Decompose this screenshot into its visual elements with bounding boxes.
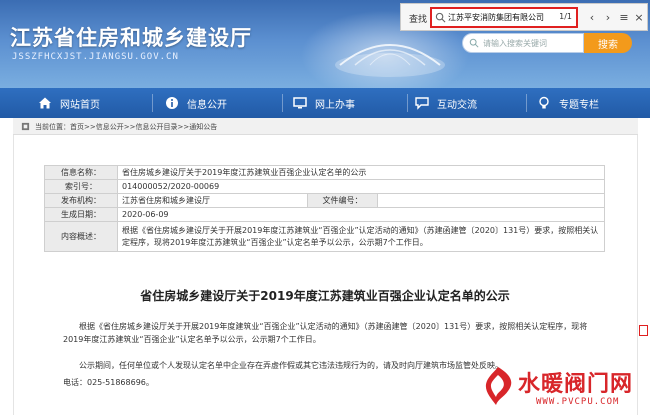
home-icon [39, 97, 51, 109]
info-date-key: 生成日期： [44, 207, 118, 222]
info-docno-value [377, 193, 605, 208]
chevron-right-icon: › [605, 10, 611, 24]
nav-item-home[interactable]: 网站首页 [38, 88, 100, 118]
nav-item-info-disclosure[interactable]: 信息公开 [165, 88, 227, 118]
find-input[interactable]: 江苏平安消防集团有限公司 1/1 [430, 7, 578, 28]
breadcrumb-text[interactable]: 当前位置：首页>>信息公开>>信息公开目录>>通知公告 [35, 122, 217, 132]
watermark-logo-icon [485, 367, 512, 405]
document-title: 省住房城乡建设厅关于2019年度江苏建筑业百强企业认定名单的公示 [140, 289, 510, 303]
info-org-key: 发布机构： [44, 193, 118, 208]
find-options-button[interactable]: ≡ [617, 10, 631, 24]
search-button[interactable]: 搜索 [584, 33, 632, 53]
chat-icon [415, 97, 429, 110]
nav-label: 专题专栏 [559, 99, 599, 111]
bulb-icon [539, 96, 549, 109]
main-nav: 网站首页 信息公开 网上办事 互动交流 专题专栏 [0, 88, 650, 118]
nav-divider [407, 94, 408, 112]
find-match-count: 1/1 [559, 12, 572, 21]
info-summary-key: 内容概述： [44, 221, 118, 252]
find-label: 查找 [409, 15, 428, 25]
info-org-value: 江苏省住房和城乡建设厅 [117, 193, 308, 208]
site-domain: JSSZFHCXJST.JIANGSU.GOV.CN [12, 52, 179, 62]
close-icon: × [634, 10, 644, 24]
table-row: 索引号： 014000052/2020-00069 [44, 179, 605, 194]
nav-label: 网上办事 [315, 99, 355, 111]
find-query: 江苏平安消防集团有限公司 [448, 13, 544, 22]
table-row: 内容概述： 根据《省住房城乡建设厅关于开展2019年度江苏建筑业“百强企业”认定… [44, 221, 605, 252]
nav-divider [526, 94, 527, 112]
location-icon [21, 122, 30, 131]
nav-item-online-services[interactable]: 网上办事 [293, 88, 355, 118]
nav-label: 信息公开 [187, 99, 227, 111]
stadium-graphic [335, 44, 445, 77]
info-name-value: 省住房城乡建设厅关于2019年度江苏建筑业百强企业认定名单的公示 [117, 165, 605, 180]
search-icon [469, 38, 479, 48]
table-row: 发布机构： 江苏省住房和城乡建设厅 文件编号： [44, 193, 605, 208]
find-close-button[interactable]: × [632, 10, 646, 24]
watermark: 水暖阀门网 WWW.PVCPU.COM [478, 363, 648, 413]
nav-label: 互动交流 [437, 99, 477, 111]
watermark-name: 水暖阀门网 [518, 372, 634, 397]
info-index-key: 索引号： [44, 179, 118, 194]
find-next-button[interactable]: › [601, 10, 615, 24]
nav-item-special-topics[interactable]: 专题专栏 [537, 88, 599, 118]
site-title: 江苏省住房和城乡建设厅 [10, 26, 252, 50]
info-summary-value: 根据《省住房城乡建设厅关于开展2019年度江苏建筑业“百强企业”认定活动的通知》… [117, 221, 605, 252]
info-docno-key: 文件编号： [307, 193, 378, 208]
nav-label: 网站首页 [60, 99, 100, 111]
chevron-left-icon: ‹ [589, 10, 595, 24]
nav-divider [152, 94, 153, 112]
nav-divider [282, 94, 283, 112]
menu-icon: ≡ [619, 10, 629, 24]
browser-find-bar: 查找 江苏平安消防集团有限公司 1/1 ‹ › ≡ × [400, 3, 648, 31]
search-icon [435, 12, 446, 23]
document-paragraph: 根据《省住房城乡建设厅关于开展2019年度建筑业“百强企业”认定活动的通知》（苏… [63, 322, 588, 344]
info-date-value: 2020-06-09 [117, 207, 605, 222]
site-search-input[interactable]: 请输入搜索关键词 [462, 33, 584, 53]
table-row: 生成日期： 2020-06-09 [44, 207, 605, 222]
find-previous-button[interactable]: ‹ [585, 10, 599, 24]
floating-side-button[interactable] [639, 325, 648, 336]
monitor-icon [293, 97, 307, 109]
table-row: 信息名称： 省住房城乡建设厅关于2019年度江苏建筑业百强企业认定名单的公示 [44, 165, 605, 180]
search-placeholder: 请输入搜索关键词 [483, 39, 547, 48]
browser-page: 江苏省住房和城乡建设厅 JSSZFHCXJST.JIANGSU.GOV.CN 查… [0, 0, 650, 415]
breadcrumb: 当前位置：首页>>信息公开>>信息公开目录>>通知公告 [13, 118, 638, 135]
watermark-url: WWW.PVCPU.COM [536, 397, 620, 407]
info-icon [166, 97, 178, 109]
info-table: 信息名称： 省住房城乡建设厅关于2019年度江苏建筑业百强企业认定名单的公示 索… [44, 165, 605, 252]
info-name-key: 信息名称： [44, 165, 118, 180]
nav-item-interaction[interactable]: 互动交流 [415, 88, 477, 118]
info-index-value: 014000052/2020-00069 [117, 179, 605, 194]
